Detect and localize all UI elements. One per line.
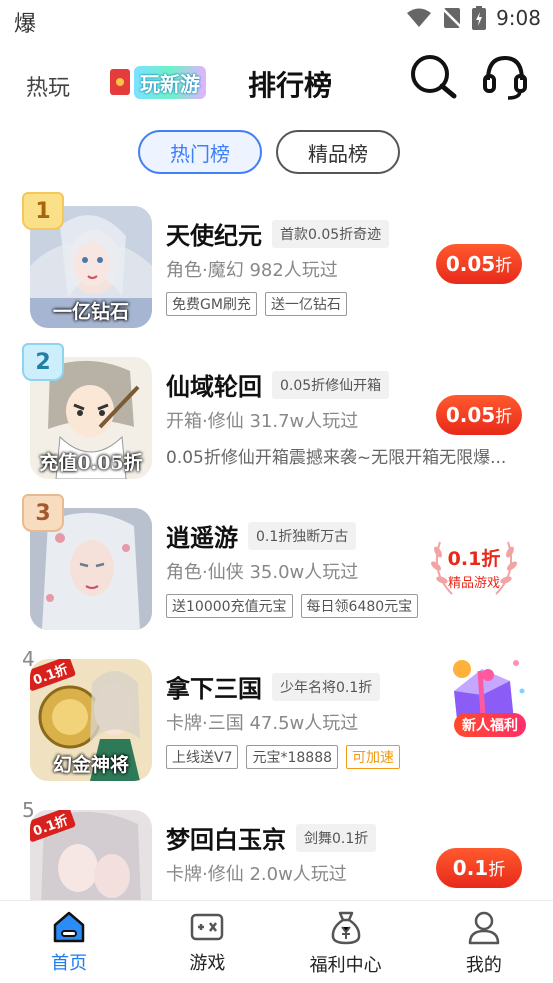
tag-list: 免费GM刷充 送一亿钻石 bbox=[166, 292, 347, 316]
game-meta: 开箱·修仙 31.7w人玩过 bbox=[166, 411, 359, 432]
discount-button[interactable]: 0.05 折 bbox=[436, 244, 522, 284]
nav-games[interactable]: 游戏 bbox=[138, 901, 276, 983]
game-row[interactable]: 4 0.1折 幻金神将 拿下三国 少年名将0.1折 卡牌·三国 47.5w人玩过… bbox=[0, 645, 553, 795]
promo-chip: 0.05折修仙开箱 bbox=[272, 370, 390, 399]
rank-badge: 3 bbox=[22, 494, 64, 532]
game-title-line: 仙域轮回 0.05折修仙开箱 bbox=[166, 367, 390, 402]
bottom-navigation: 首页 游戏 福利中心 我的 bbox=[0, 900, 553, 983]
tab-hot-play[interactable]: 热玩 bbox=[26, 70, 70, 102]
tab-new-games-label: 玩新游 bbox=[134, 65, 206, 99]
tag: 每日领6480元宝 bbox=[300, 594, 419, 618]
promo-chip: 少年名将0.1折 bbox=[272, 672, 381, 701]
tag: 元宝*18888 bbox=[246, 745, 339, 769]
game-icon-caption: 一亿钻石 bbox=[52, 301, 129, 323]
customer-service-button[interactable] bbox=[480, 52, 530, 102]
segment-hot-list[interactable]: 热门榜 bbox=[138, 130, 262, 174]
wifi-icon bbox=[407, 8, 432, 27]
newbie-welfare-badge[interactable]: 新人福利 bbox=[432, 651, 532, 761]
nav-profile-label: 我的 bbox=[465, 955, 502, 976]
status-bar: 爆 9:08 bbox=[0, 0, 553, 40]
discount-unit: 折 bbox=[488, 860, 506, 880]
game-icon-caption: 幻金神将 bbox=[52, 754, 129, 776]
rank-badge: 1 bbox=[22, 192, 64, 230]
game-title-line: 梦回白玉京 剑舞0.1折 bbox=[166, 820, 377, 855]
tab-new-games[interactable]: 玩新游 bbox=[110, 65, 206, 99]
game-name: 天使纪元 bbox=[166, 222, 262, 250]
game-row[interactable]: 3 逍遥游 0.1折独断万古 角色·仙侠 35.0w人玩过 送10000充值元宝… bbox=[0, 494, 553, 644]
headset-icon bbox=[483, 55, 527, 100]
nav-home-label: 首页 bbox=[51, 953, 88, 974]
tag: 上线送V7 bbox=[166, 745, 239, 769]
quality-label: 精品游戏 bbox=[447, 576, 500, 591]
quality-game-badge: 0.1折 精品游戏 bbox=[424, 532, 524, 602]
discount-button[interactable]: 0.1 折 bbox=[436, 848, 522, 888]
game-name: 梦回白玉京 bbox=[166, 826, 286, 854]
no-sim-icon bbox=[442, 7, 463, 29]
status-icons: 9:08 bbox=[406, 6, 541, 30]
discount-value: 0.1 bbox=[452, 856, 489, 880]
discount-value: 0.05 bbox=[445, 403, 496, 427]
game-meta: 角色·魔幻 982人玩过 bbox=[166, 260, 338, 281]
rank-badge: 2 bbox=[22, 343, 64, 381]
promo-chip: 0.1折独断万古 bbox=[248, 521, 357, 550]
nav-games-label: 游戏 bbox=[189, 953, 226, 974]
discount-button[interactable]: 0.05 折 bbox=[436, 395, 522, 435]
promo-chip: 剑舞0.1折 bbox=[296, 823, 377, 852]
game-row[interactable]: 1 一亿钻石 天使纪元 首款0.05折奇迹 角色·魔幻 982人玩过 免费GM刷… bbox=[0, 192, 553, 342]
rank-number: 5 bbox=[22, 798, 35, 822]
tag: 送10000充值元宝 bbox=[166, 594, 293, 618]
game-description: 0.05折修仙开箱震撼来袭~无限开箱无限爆... bbox=[166, 448, 507, 468]
promo-chip: 首款0.05折奇迹 bbox=[272, 219, 390, 248]
top-header: 热玩 玩新游 排行榜 bbox=[0, 48, 553, 118]
game-icon[interactable]: 0.1折 幻金神将 bbox=[30, 659, 152, 781]
tag: 送一亿钻石 bbox=[264, 292, 347, 316]
game-name: 仙域轮回 bbox=[166, 373, 262, 401]
segment-fine-list[interactable]: 精品榜 bbox=[276, 130, 400, 174]
welfare-label: 新人福利 bbox=[454, 713, 526, 737]
discount-value: 0.05 bbox=[445, 252, 496, 276]
gamepad-icon bbox=[191, 913, 224, 941]
tag-accelerate: 可加速 bbox=[346, 745, 401, 769]
nav-welfare-center[interactable]: 福利中心 bbox=[277, 901, 415, 983]
game-meta: 角色·仙侠 35.0w人玩过 bbox=[166, 562, 359, 583]
game-name: 逍遥游 bbox=[166, 524, 238, 552]
game-title-line: 拿下三国 少年名将0.1折 bbox=[166, 669, 381, 704]
game-meta: 卡牌·修仙 2.0w人玩过 bbox=[166, 864, 347, 885]
game-row[interactable]: 2 充值0.05折 仙域轮回 0.05折修仙开箱 开箱·修仙 31.7w人玩过 … bbox=[0, 343, 553, 493]
game-title-line: 逍遥游 0.1折独断万古 bbox=[166, 518, 357, 553]
tag-list: 送10000充值元宝 每日领6480元宝 bbox=[166, 594, 419, 618]
user-icon bbox=[468, 911, 500, 945]
discount-unit: 折 bbox=[495, 256, 513, 276]
search-icon bbox=[411, 55, 457, 99]
game-name: 拿下三国 bbox=[166, 675, 262, 703]
tag-list: 上线送V7 元宝*18888 可加速 bbox=[166, 745, 401, 769]
status-app-glyph: 爆 bbox=[14, 12, 37, 37]
money-bag-icon bbox=[331, 911, 360, 945]
game-meta: 卡牌·三国 47.5w人玩过 bbox=[166, 713, 359, 734]
red-packet-icon bbox=[110, 69, 130, 95]
tab-ranking[interactable]: 排行榜 bbox=[248, 64, 332, 104]
quality-discount: 0.1折 bbox=[447, 548, 501, 570]
nav-welfare-label: 福利中心 bbox=[309, 955, 382, 976]
game-title-line: 天使纪元 首款0.05折奇迹 bbox=[166, 216, 390, 251]
rank-number: 4 bbox=[22, 647, 35, 671]
status-time: 9:08 bbox=[496, 6, 541, 30]
discount-unit: 折 bbox=[495, 407, 513, 427]
search-button[interactable] bbox=[408, 52, 458, 102]
battery-icon bbox=[472, 6, 487, 30]
tag: 免费GM刷充 bbox=[166, 292, 257, 316]
nav-home[interactable]: 首页 bbox=[0, 901, 138, 983]
game-icon-caption: 充值0.05折 bbox=[39, 452, 143, 474]
home-icon bbox=[53, 911, 85, 943]
nav-profile[interactable]: 我的 bbox=[415, 901, 553, 983]
